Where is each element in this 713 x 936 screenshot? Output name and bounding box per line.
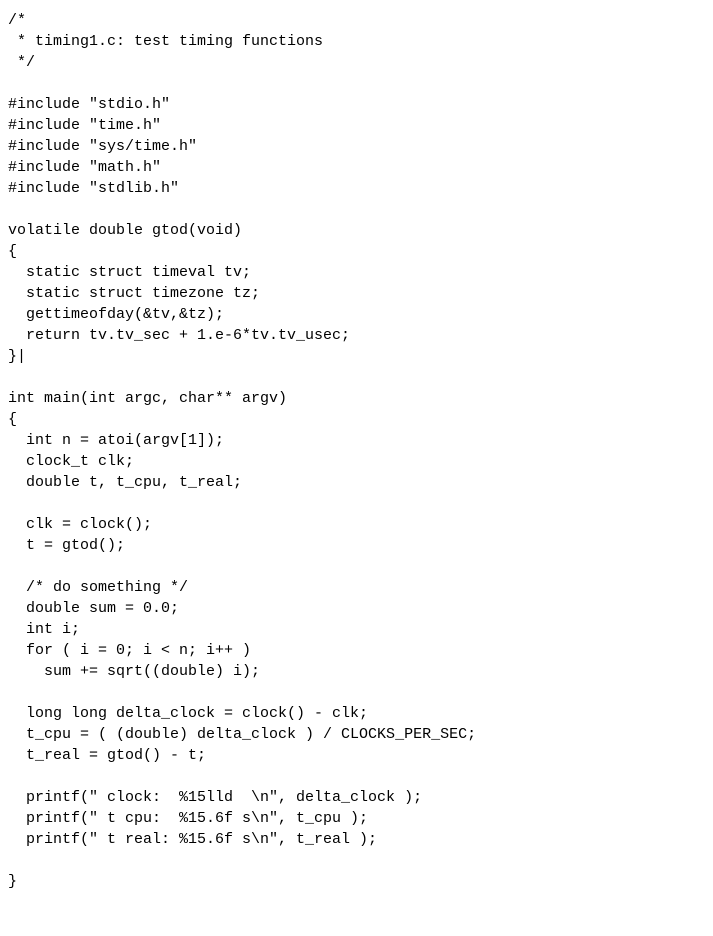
source-code-block: /* * timing1.c: test timing functions */… xyxy=(0,0,713,902)
